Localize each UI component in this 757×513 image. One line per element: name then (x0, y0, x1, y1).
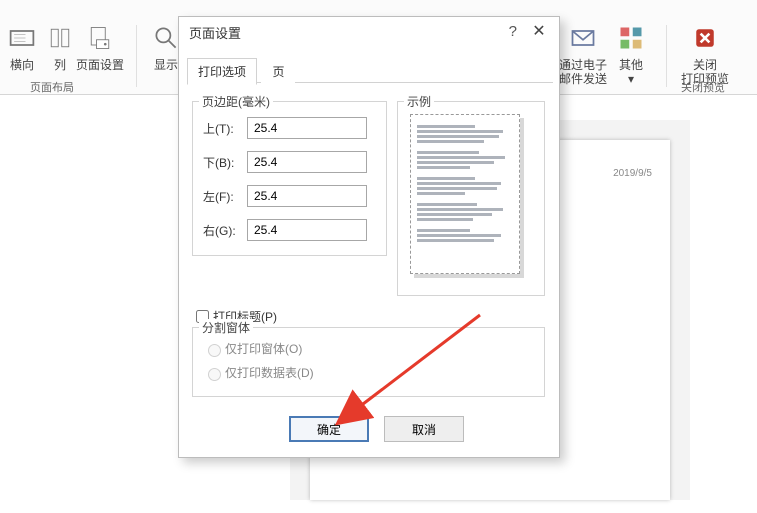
page-setup-icon (84, 22, 116, 54)
margin-row-top: 上(T): (203, 116, 367, 140)
doc-date: 2019/9/5 (613, 168, 652, 179)
landscape-icon (6, 22, 38, 54)
dialog-title: 页面设置 (189, 23, 241, 42)
ribbon-item-other[interactable]: 其他 ▾ (615, 22, 647, 86)
margin-left-label: 左(F): (203, 188, 247, 205)
cancel-button[interactable]: 取消 (384, 416, 464, 442)
tab-page[interactable]: 页 (261, 58, 295, 84)
ribbon-item-label: 页面设置 (76, 58, 124, 72)
mail-icon (567, 22, 599, 54)
example-legend: 示例 (404, 93, 434, 110)
form-only-label: 仅打印窗体(O) (225, 340, 302, 357)
dialog-tabs: 打印选项 页 (187, 57, 553, 83)
margin-top-label: 上(T): (203, 120, 247, 137)
ribbon-separator (136, 25, 137, 87)
table-only-label: 仅打印数据表(D) (225, 364, 314, 381)
margin-row-left: 左(F): (203, 184, 367, 208)
margin-right-label: 右(G): (203, 222, 247, 239)
ribbon-separator (666, 25, 667, 87)
margin-top-input[interactable] (247, 117, 367, 139)
ribbon-item-columns[interactable]: 列 (44, 22, 76, 72)
ok-button[interactable]: 确定 (289, 416, 369, 442)
form-only-radio[interactable] (208, 344, 221, 357)
table-only-radio[interactable] (208, 368, 221, 381)
help-button[interactable]: ? (509, 23, 517, 40)
ribbon-item-label-l2: ▾ (615, 72, 647, 86)
page-setup-dialog: 页面设置 ? ✕ 打印选项 页 页边距(毫米) 上(T): 下(B): 左(F)… (178, 16, 560, 458)
margin-bottom-input[interactable] (247, 151, 367, 173)
margins-group: 页边距(毫米) 上(T): 下(B): 左(F): 右(G): (192, 101, 387, 256)
radio-row-table-only: 仅打印数据表(D) (203, 364, 314, 381)
margin-bottom-label: 下(B): (203, 154, 247, 171)
margin-right-input[interactable] (247, 219, 367, 241)
close-preview-icon (689, 22, 721, 54)
ribbon-item-label: 列 (44, 58, 76, 72)
ribbon-item-label-l2: 邮件发送 (559, 72, 607, 86)
columns-icon (44, 22, 76, 54)
margin-left-input[interactable] (247, 185, 367, 207)
split-form-group: 分割窗体 仅打印窗体(O) 仅打印数据表(D) (192, 327, 545, 397)
ribbon-item-close-preview[interactable]: 关闭 打印预览 (681, 22, 729, 86)
ribbon-item-label: 横向 (6, 58, 38, 72)
ribbon-item-send-email[interactable]: 通过电子 邮件发送 (559, 22, 607, 86)
ribbon-group-name: 关闭预览 (681, 79, 725, 95)
radio-row-form-only: 仅打印窗体(O) (203, 340, 302, 357)
ribbon-item-label-l1: 关闭 (681, 58, 729, 72)
ribbon-item-landscape[interactable]: 横向 (6, 22, 38, 72)
example-group: 示例 (397, 101, 545, 296)
tab-print-options[interactable]: 打印选项 (187, 58, 257, 85)
grid-icon (615, 22, 647, 54)
ribbon-group-name: 页面布局 (30, 79, 74, 95)
ribbon-item-page-setup[interactable]: 页面设置 (76, 22, 124, 72)
margin-row-bottom: 下(B): (203, 150, 367, 174)
split-legend: 分割窗体 (199, 319, 253, 336)
preview-page (410, 114, 520, 274)
margin-row-right: 右(G): (203, 218, 367, 242)
margins-legend: 页边距(毫米) (199, 93, 273, 110)
ribbon-item-label-l1: 其他 (615, 58, 647, 72)
close-button[interactable]: ✕ (529, 21, 549, 41)
ribbon-item-label-l1: 通过电子 (559, 58, 607, 72)
